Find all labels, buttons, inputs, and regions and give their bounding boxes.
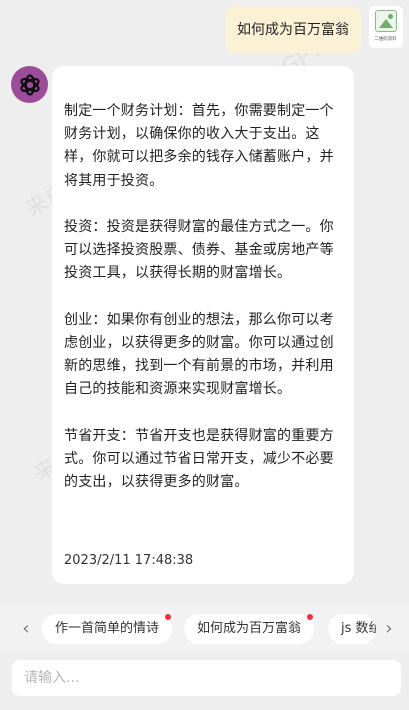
- suggestion-chip-label: 作一首简单的情诗: [55, 621, 160, 636]
- message-timestamp: 2023/2/11 17:48:38: [64, 553, 194, 568]
- bot-message-text: 制定一个财务计划：首先，你需要制定一个财务计划，以确保你的收入大于支出。这样，你…: [64, 100, 342, 494]
- bot-paragraph-3: 创业：如果你有创业的想法，那么你可以考虑创业，以获得更多的财富。你可以通过创新的…: [64, 311, 334, 398]
- notification-dot: [165, 614, 172, 620]
- suggestion-chip-label: 如何成为百万富翁: [197, 621, 302, 636]
- avatar-caption: 二维码资料: [374, 36, 398, 42]
- message-input[interactable]: [12, 660, 401, 696]
- chat-screen: 我来自ChatGPT 来自Chat 来自Chat 来自Ch 来自Ch 如何成为百…: [0, 0, 409, 710]
- user-avatar[interactable]: 二维码资料: [369, 6, 403, 48]
- image-icon: [375, 10, 397, 32]
- bot-paragraph-1: 制定一个财务计划：首先，你需要制定一个财务计划，以确保你的收入大于支出。这样，你…: [64, 103, 334, 189]
- bot-avatar: [11, 66, 48, 103]
- message-input-container: [12, 660, 401, 696]
- bot-paragraph-2: 投资：投资是获得财富的最佳方式之一。你可以选择投资股票、债券、基金或房地产等投资…: [64, 219, 334, 282]
- suggestion-chip[interactable]: js 数组: [328, 614, 376, 644]
- bot-message-bubble: 制定一个财务计划：首先，你需要制定一个财务计划，以确保你的收入大于支出。这样，你…: [52, 66, 354, 584]
- suggestion-chip[interactable]: 如何成为百万富翁: [184, 614, 315, 644]
- suggestion-chip[interactable]: 作一首简单的情诗: [42, 614, 173, 644]
- openai-logo-icon: [19, 73, 40, 96]
- user-message-bubble: 如何成为百万富翁: [225, 6, 361, 53]
- suggestion-bar: ‹ 作一首简单的情诗 如何成为百万富翁 js 数组 ›: [0, 604, 409, 652]
- chevron-right-icon[interactable]: ›: [379, 618, 399, 639]
- notification-dot: [307, 614, 314, 620]
- user-message-row: 如何成为百万富翁 二维码资料: [225, 6, 403, 53]
- chevron-left-icon[interactable]: ‹: [16, 618, 36, 639]
- suggestion-chip-label: js 数组: [341, 621, 376, 636]
- bot-paragraph-4: 节省开支：节省开支也是获得财富的重要方式。你可以通过节省日常开支，减少不必要的支…: [64, 427, 334, 491]
